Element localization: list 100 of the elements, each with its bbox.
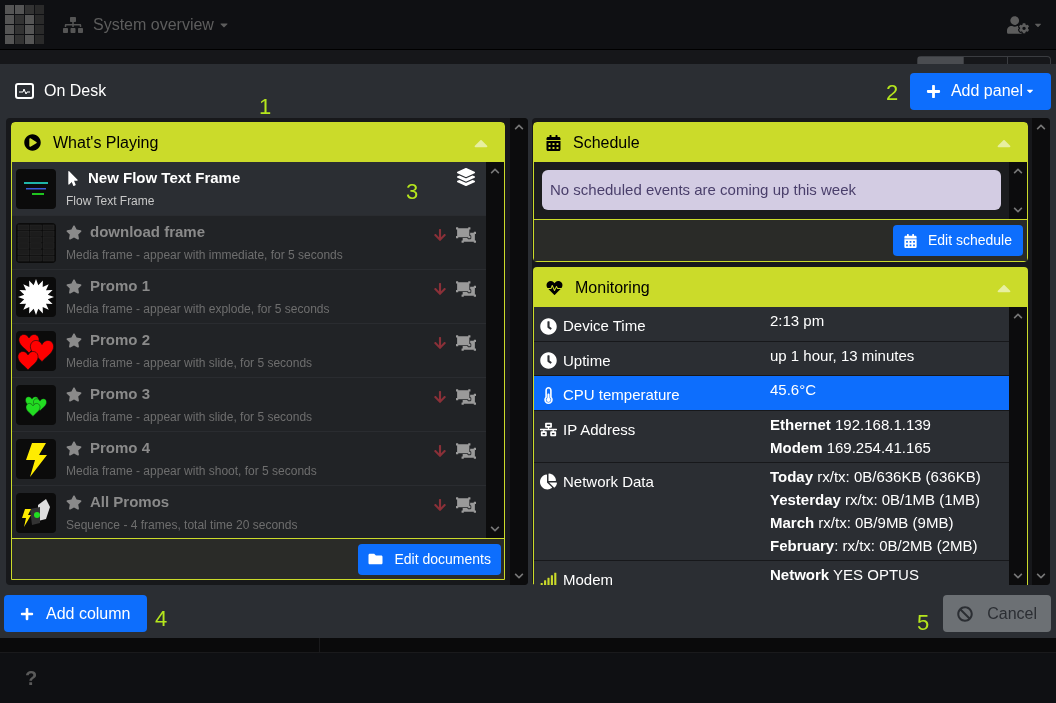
scrollbar[interactable] bbox=[1009, 307, 1027, 585]
star-icon[interactable] bbox=[66, 279, 82, 294]
star-icon[interactable] bbox=[66, 333, 82, 348]
star-icon[interactable] bbox=[66, 441, 82, 456]
chevron-up-icon[interactable] bbox=[514, 122, 524, 132]
sitemap-icon bbox=[63, 14, 83, 35]
heartbeat-icon bbox=[546, 279, 563, 296]
play-icon bbox=[24, 134, 41, 151]
lightning-thumbnail bbox=[16, 438, 56, 479]
scrollbar[interactable] bbox=[510, 118, 528, 585]
clock-icon bbox=[540, 352, 557, 370]
signal-icon bbox=[540, 571, 557, 585]
ungroup-icon[interactable] bbox=[456, 442, 476, 460]
ban-icon bbox=[957, 605, 974, 622]
monitoring-row[interactable]: CPU temperature 45.6°C bbox=[534, 376, 1009, 411]
row-value: 45.6°C bbox=[770, 380, 817, 400]
row-value: Yesterday rx/tx: 0B/1MB (1MB) bbox=[770, 489, 981, 510]
row-value: March rx/tx: 0B/9MB (9MB) bbox=[770, 512, 955, 533]
annotation-number: 5 bbox=[917, 609, 930, 637]
desk-title: On Desk bbox=[44, 81, 107, 101]
folder-icon bbox=[367, 552, 383, 566]
annotation-number: 3 bbox=[406, 178, 419, 206]
row-value: Network YES OPTUS bbox=[770, 564, 919, 585]
sequence-thumbnail bbox=[16, 492, 56, 533]
hearts-thumbnail bbox=[16, 330, 56, 371]
scrollbar[interactable] bbox=[486, 162, 504, 538]
item-title: Promo 1 bbox=[90, 276, 150, 297]
row-label: Device Time bbox=[563, 316, 646, 336]
item-description: Media frame - appear with slide, for 5 seconds bbox=[66, 354, 313, 372]
clock-thumbnail bbox=[16, 168, 56, 209]
row-value: Modem 169.254.41.165 bbox=[770, 437, 931, 458]
plus-icon bbox=[925, 83, 941, 99]
chevron-down-icon[interactable] bbox=[514, 571, 524, 581]
annotation-number: 2 bbox=[886, 79, 899, 107]
row-label: Network Data bbox=[563, 471, 654, 492]
row-value: February: rx/tx: 0B/2MB (2MB) bbox=[770, 535, 979, 556]
row-value: Ethernet 192.168.1.139 bbox=[770, 414, 931, 435]
ungroup-icon[interactable] bbox=[456, 226, 476, 244]
logo-icon bbox=[5, 4, 45, 45]
item-title: Promo 4 bbox=[90, 438, 150, 459]
row-label: CPU temperature bbox=[563, 385, 680, 405]
edit-documents-button[interactable]: Edit documents bbox=[357, 543, 501, 575]
add-panel-button[interactable]: Add panel bbox=[909, 72, 1051, 110]
star-icon[interactable] bbox=[66, 225, 82, 240]
row-label: IP Address bbox=[563, 419, 636, 440]
calendar-icon bbox=[546, 134, 561, 151]
item-title: All Promos bbox=[90, 492, 170, 513]
ungroup-icon[interactable] bbox=[456, 334, 476, 352]
panel-title: Monitoring bbox=[575, 277, 650, 298]
star-icon[interactable] bbox=[66, 387, 82, 402]
chevron-down-icon[interactable] bbox=[490, 524, 500, 534]
monitor-pulse-icon bbox=[15, 83, 34, 99]
ungroup-icon[interactable] bbox=[456, 388, 476, 406]
add-column-button[interactable]: Add column bbox=[4, 595, 147, 632]
item-title: New Flow Text Frame bbox=[88, 168, 241, 189]
grid-thumbnail bbox=[16, 222, 56, 263]
chevron-up-icon[interactable] bbox=[1013, 166, 1023, 176]
help-link[interactable]: ? bbox=[25, 663, 38, 693]
row-label: Uptime bbox=[563, 350, 611, 371]
cursor-icon bbox=[66, 171, 80, 186]
item-description: Sequence - 4 frames, total time 20 seconds bbox=[66, 516, 298, 534]
scrollbar[interactable] bbox=[1009, 162, 1027, 219]
starburst-thumbnail bbox=[16, 276, 56, 317]
panel-header[interactable]: What's Playing bbox=[12, 123, 504, 162]
item-description: Media frame - appear with shoot, for 5 seconds bbox=[66, 462, 317, 480]
row-value: up 1 hour, 13 minutes bbox=[770, 345, 915, 366]
hearts-thumbnail bbox=[16, 384, 56, 425]
panel-header[interactable]: Monitoring bbox=[534, 268, 1027, 307]
item-description: Media frame - appear with slide, for 5 seconds bbox=[66, 408, 313, 426]
item-description: Media frame - appear with immediate, for 5 seconds bbox=[66, 246, 343, 264]
plus-icon bbox=[20, 606, 34, 621]
calendar-icon bbox=[903, 233, 917, 248]
ungroup-icon[interactable] bbox=[456, 280, 476, 298]
annotation-number: 4 bbox=[155, 605, 168, 633]
annotation-number: 1 bbox=[259, 93, 272, 121]
row-label: Modem bbox=[563, 569, 614, 585]
panel-title: Schedule bbox=[573, 132, 640, 153]
chevron-down-icon[interactable] bbox=[1013, 205, 1023, 215]
chevron-up-icon[interactable] bbox=[490, 166, 500, 176]
edit-schedule-button[interactable]: Edit schedule bbox=[892, 225, 1023, 256]
item-description: Flow Text Frame bbox=[66, 192, 155, 210]
clock-icon bbox=[540, 317, 557, 335]
network-icon bbox=[540, 421, 557, 439]
layers-icon[interactable] bbox=[457, 168, 475, 186]
pie-chart-icon bbox=[540, 473, 557, 491]
cancel-button[interactable]: Cancel bbox=[943, 595, 1051, 632]
system-overview-menu[interactable]: System overview bbox=[93, 12, 230, 37]
user-gear-icon bbox=[1007, 15, 1029, 34]
ungroup-icon[interactable] bbox=[456, 496, 476, 514]
chevron-down-icon[interactable] bbox=[1036, 571, 1046, 581]
panel-header[interactable]: Schedule bbox=[534, 123, 1027, 162]
user-settings-menu[interactable] bbox=[1007, 15, 1043, 34]
no-events-message: No scheduled events are coming up this week bbox=[542, 170, 1001, 210]
scrollbar[interactable] bbox=[1032, 118, 1050, 585]
row-value: Today rx/tx: 0B/636KB (636KB) bbox=[770, 466, 981, 487]
item-description: Media frame - appear with explode, for 5 seconds bbox=[66, 300, 330, 318]
chevron-up-icon[interactable] bbox=[1036, 122, 1046, 132]
chevron-up-icon[interactable] bbox=[1013, 311, 1023, 321]
star-icon[interactable] bbox=[66, 495, 82, 510]
chevron-down-icon[interactable] bbox=[1013, 571, 1023, 581]
